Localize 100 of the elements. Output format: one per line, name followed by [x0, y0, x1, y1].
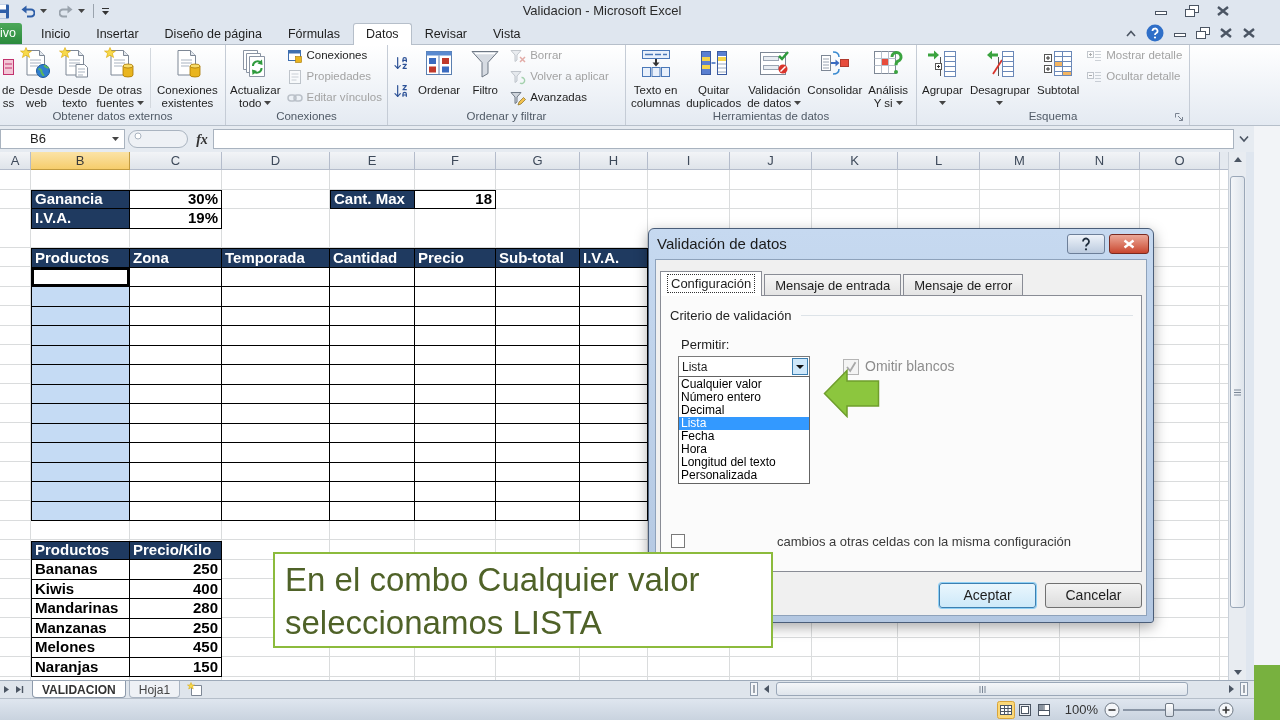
section-title: Criterio de validación [670, 307, 792, 325]
formula-input[interactable] [213, 129, 1234, 149]
table-cell: 400 [130, 579, 222, 599]
column-header[interactable]: I [648, 152, 730, 170]
ribbon-button[interactable]: Desde web [17, 45, 56, 109]
dialog-tab[interactable]: Mensaje de error [903, 274, 1024, 296]
zoom-in-icon[interactable] [1218, 701, 1234, 718]
ribbon-button[interactable]: Consolidar [805, 45, 865, 109]
restore-icon[interactable] [1196, 27, 1210, 39]
sheet-tab[interactable]: Hoja1 [128, 681, 181, 698]
restore-icon[interactable] [1185, 5, 1199, 17]
column-header[interactable]: E [330, 152, 415, 170]
ribbon-button[interactable]: Quitar duplicados [684, 45, 744, 109]
dropdown-option[interactable]: Número entero [679, 391, 809, 404]
help-icon[interactable] [1146, 24, 1164, 42]
table-cell: Manzanas [31, 618, 130, 638]
advanced-filter-icon [510, 90, 527, 106]
column-header[interactable]: J [730, 152, 812, 170]
last-sheet-icon[interactable] [15, 684, 24, 694]
dialog-launcher-icon[interactable] [1175, 113, 1183, 121]
dialog-button[interactable]: Cancelar [1045, 583, 1142, 608]
close-icon[interactable] [1242, 27, 1256, 39]
ribbon-button[interactable]: Filtro [467, 45, 504, 109]
column-header[interactable]: H [580, 152, 648, 170]
ribbon-button[interactable]: Análisis Y si [866, 45, 910, 109]
ribbon-tab[interactable]: Vista [480, 23, 534, 45]
sort-descending-icon[interactable] [393, 83, 409, 99]
dropdown-option[interactable]: Cualquier valor [679, 378, 809, 391]
resize-handle-icon[interactable] [128, 130, 188, 148]
dropdown-option[interactable]: Hora [679, 443, 809, 456]
column-header[interactable]: N [1060, 152, 1140, 170]
dropdown-option[interactable]: Fecha [679, 430, 809, 443]
ribbon-button[interactable]: Subtotal [1035, 45, 1082, 109]
ribbon-tab[interactable]: Fórmulas [274, 23, 353, 45]
column-header[interactable]: O [1140, 152, 1220, 170]
column-header[interactable]: D [222, 152, 330, 170]
allow-combo[interactable]: Lista [678, 356, 810, 377]
insert-function-button[interactable]: fx [191, 128, 213, 150]
column-header[interactable]: B [31, 152, 130, 170]
dropdown-option[interactable]: Personalizada [679, 469, 809, 482]
scroll-thumb[interactable] [776, 682, 1188, 696]
save-icon[interactable] [0, 3, 10, 19]
split-handle-icon[interactable] [750, 682, 758, 696]
column-header[interactable]: C [130, 152, 222, 170]
customize-icon[interactable] [101, 6, 110, 16]
ribbon-button[interactable]: Avanzadas [508, 88, 611, 108]
sheet-tab[interactable]: VALIDACION [32, 681, 126, 698]
ribbon-button[interactable]: De otras fuentes [94, 45, 147, 109]
checkbox[interactable] [671, 534, 685, 549]
split-handle-icon[interactable] [1240, 682, 1248, 696]
ribbon-button[interactable]: Agrupar [920, 45, 965, 109]
slider-thumb[interactable] [1165, 702, 1174, 717]
sort-ascending-icon[interactable] [393, 55, 409, 71]
zoom-slider[interactable] [1123, 701, 1215, 718]
dialog-tab[interactable]: Mensaje de entrada [764, 274, 902, 296]
normal-view-icon[interactable] [996, 700, 1015, 719]
zoom-out-icon[interactable] [1104, 701, 1120, 718]
ribbon-button[interactable]: de ss [0, 45, 17, 109]
column-header[interactable]: G [496, 152, 580, 170]
table-cell [580, 365, 648, 385]
ribbon-button[interactable]: Desde texto [56, 45, 94, 109]
close-icon[interactable] [1216, 5, 1230, 17]
close-icon[interactable] [1219, 27, 1233, 39]
close-button[interactable] [1109, 234, 1149, 254]
undo-icon[interactable] [21, 4, 36, 18]
table-cell: Bananas [31, 560, 130, 580]
dropdown-option[interactable]: Longitud del texto [679, 456, 809, 469]
scroll-thumb[interactable] [1230, 176, 1245, 608]
column-header[interactable]: F [415, 152, 496, 170]
ribbon-button[interactable]: Desagrupar [967, 45, 1032, 109]
ribbon-button[interactable]: Conexiones existentes [155, 45, 220, 109]
globe-document-icon [20, 47, 53, 79]
column-header[interactable]: A [0, 152, 31, 170]
next-sheet-icon[interactable] [3, 684, 10, 694]
help-button[interactable] [1067, 234, 1105, 254]
ribbon-tab[interactable]: Inicio [28, 23, 84, 45]
ribbon-button[interactable]: Validación de datos [745, 45, 804, 109]
ribbon-tab[interactable]: Datos [352, 23, 412, 45]
table-cell [580, 482, 648, 502]
name-box[interactable]: B6 [0, 129, 125, 149]
table-cell [580, 462, 648, 482]
connection-window-icon [286, 48, 303, 64]
column-header[interactable]: M [980, 152, 1060, 170]
ribbon-tab[interactable]: Diseño de página [151, 23, 275, 45]
table-header-cell: Precio/Kilo [130, 540, 222, 560]
file-tab[interactable]: ivo [0, 23, 22, 44]
dialog-button[interactable]: Aceptar [939, 583, 1036, 608]
ribbon-tab[interactable]: Insertar [83, 23, 152, 45]
column-header[interactable]: L [898, 152, 980, 170]
ribbon-button[interactable]: Conexiones [284, 46, 384, 66]
chevron-down-icon[interactable] [1238, 135, 1250, 143]
column-header[interactable]: K [812, 152, 898, 170]
ribbon-button[interactable]: Ordenar [416, 45, 463, 109]
dialog-tab[interactable]: Configuración [660, 271, 763, 296]
dropdown-option[interactable]: Decimal [679, 404, 809, 417]
chevron-up-icon[interactable] [1125, 29, 1137, 37]
close-icon [1123, 239, 1135, 249]
ribbon-tab[interactable]: Revisar [411, 23, 480, 45]
ribbon-button[interactable]: Actualizar todo [228, 45, 283, 109]
ribbon-button[interactable]: Texto en columnas [629, 45, 683, 109]
